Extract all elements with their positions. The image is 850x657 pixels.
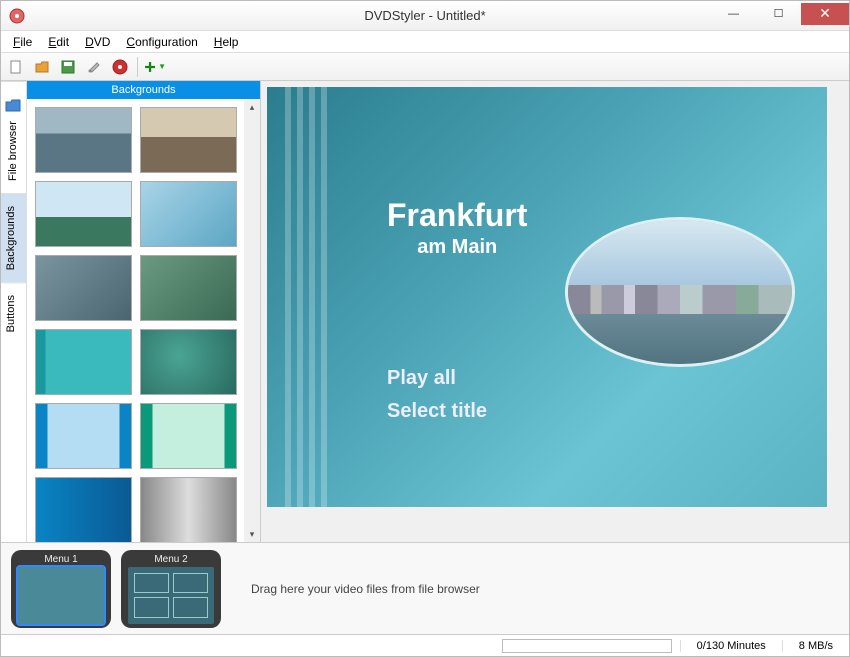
scrollbar[interactable]: ▴ ▾ — [244, 99, 260, 542]
scroll-up-icon[interactable]: ▴ — [244, 99, 260, 115]
menu-thumb-1[interactable]: Menu 1 — [11, 550, 111, 628]
new-button[interactable] — [5, 56, 27, 78]
background-thumb[interactable] — [140, 403, 237, 469]
drag-hint: Drag here your video files from file bro… — [231, 582, 839, 596]
menu-thumb-2[interactable]: Menu 2 — [121, 550, 221, 628]
menu-configuration[interactable]: Configuration — [118, 33, 205, 51]
background-thumb[interactable] — [35, 181, 132, 247]
backgrounds-grid — [27, 99, 244, 542]
preview-pane: Frankfurt am Main Play all Select title — [261, 81, 849, 542]
menubar: File Edit DVD Configuration Help — [1, 31, 849, 53]
background-thumb[interactable] — [35, 477, 132, 542]
settings-button[interactable] — [83, 56, 105, 78]
close-button[interactable]: ✕ — [801, 3, 849, 25]
toolbar-separator — [137, 57, 138, 77]
play-all-link[interactable]: Play all — [387, 367, 487, 390]
burn-button[interactable] — [109, 56, 131, 78]
background-thumb[interactable] — [35, 255, 132, 321]
save-button[interactable] — [57, 56, 79, 78]
menu-thumb-label: Menu 2 — [154, 554, 187, 565]
background-thumb[interactable] — [140, 181, 237, 247]
dvd-title-block[interactable]: Frankfurt am Main — [387, 197, 527, 259]
background-thumb[interactable] — [140, 329, 237, 395]
status-bitrate: 8 MB/s — [782, 640, 849, 652]
dvd-menu-preview[interactable]: Frankfurt am Main Play all Select title — [267, 87, 827, 507]
background-thumb[interactable] — [140, 107, 237, 173]
scroll-down-icon[interactable]: ▾ — [244, 526, 260, 542]
menu-dvd[interactable]: DVD — [77, 33, 118, 51]
minimize-button[interactable]: — — [711, 3, 756, 25]
titlebar: DVDStyler - Untitled* — ☐ ✕ — [1, 1, 849, 31]
side-tabs: File browser Backgrounds Buttons — [1, 81, 27, 542]
background-thumb[interactable] — [35, 329, 132, 395]
panel-header: Backgrounds — [27, 81, 260, 99]
menu-thumb-preview — [128, 567, 214, 624]
maximize-button[interactable]: ☐ — [756, 3, 801, 25]
status-minutes: 0/130 Minutes — [680, 640, 782, 652]
add-button[interactable]: ▼ — [144, 56, 166, 78]
progress-bar — [502, 639, 672, 653]
tab-backgrounds[interactable]: Backgrounds — [1, 193, 26, 282]
menu-help[interactable]: Help — [206, 33, 247, 51]
timeline: Menu 1 Menu 2 Drag here your video files… — [1, 542, 849, 634]
background-thumb[interactable] — [140, 255, 237, 321]
statusbar: 0/130 Minutes 8 MB/s — [1, 634, 849, 656]
chevron-down-icon: ▼ — [158, 62, 166, 71]
menu-file[interactable]: File — [5, 33, 40, 51]
plus-icon — [144, 59, 156, 75]
dvd-title: Frankfurt — [387, 197, 527, 234]
tab-buttons[interactable]: Buttons — [1, 282, 26, 344]
toolbar: ▼ — [1, 53, 849, 81]
tab-file-browser-label: File browser — [7, 121, 19, 181]
decorative-stripes — [285, 87, 345, 507]
scroll-track[interactable] — [244, 115, 260, 526]
dvd-subtitle: am Main — [387, 236, 527, 259]
backgrounds-panel: Backgrounds ▴ ▾ — [27, 81, 261, 542]
menu-thumb-preview — [18, 567, 104, 624]
background-thumb[interactable] — [35, 107, 132, 173]
dvd-menu-links: Play all Select title — [387, 367, 487, 433]
background-thumb[interactable] — [140, 477, 237, 542]
window-title: DVDStyler - Untitled* — [364, 8, 485, 23]
menu-edit[interactable]: Edit — [40, 33, 77, 51]
app-icon — [9, 8, 25, 24]
select-title-link[interactable]: Select title — [387, 400, 487, 423]
background-thumb[interactable] — [35, 403, 132, 469]
dvd-image-oval[interactable] — [565, 217, 795, 367]
tab-file-browser[interactable]: File browser — [1, 81, 26, 193]
open-button[interactable] — [31, 56, 53, 78]
menu-thumb-label: Menu 1 — [44, 554, 77, 565]
folder-icon — [5, 98, 21, 114]
